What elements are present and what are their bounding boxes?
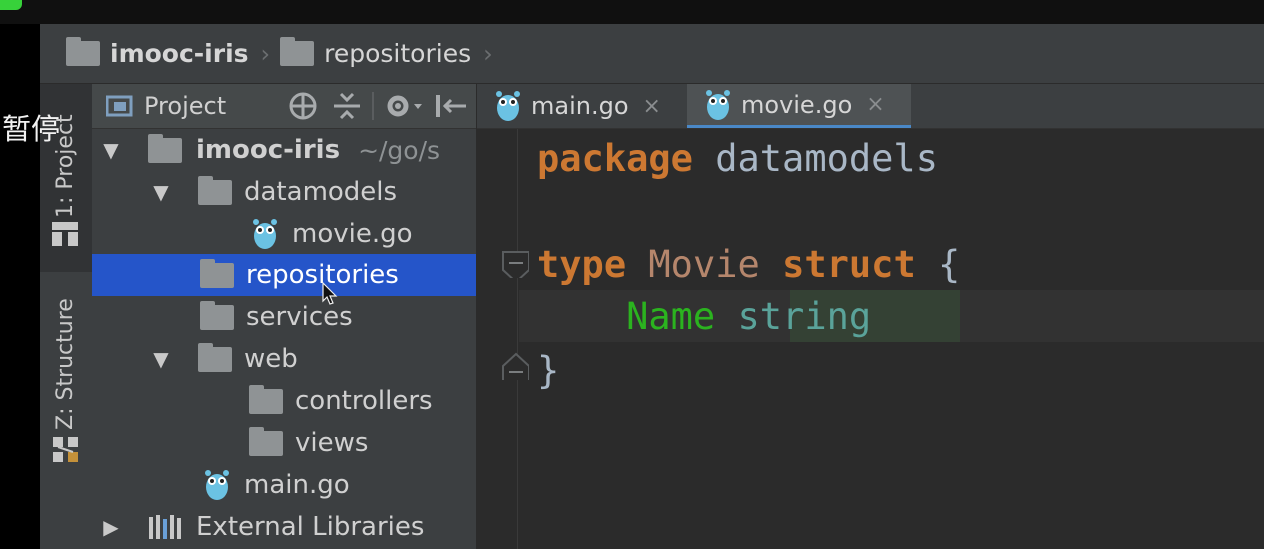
tab-movie-go[interactable]: movie.go × bbox=[687, 84, 911, 128]
tree-item-label: web bbox=[244, 344, 298, 374]
project-tool-icon bbox=[52, 222, 78, 246]
code-field-type: string bbox=[737, 295, 872, 338]
locate-icon[interactable] bbox=[288, 91, 318, 121]
code-field-name: Name bbox=[626, 295, 716, 338]
tool-tab-structure-label: Z: Structure bbox=[53, 298, 78, 430]
code-line-3: type Movie struct { bbox=[537, 242, 960, 288]
tree-item-label: main.go bbox=[244, 470, 350, 500]
tree-item-imooc-iris[interactable]: ▼ imooc-iris ~/go/s bbox=[92, 129, 476, 171]
code-type-name: Movie bbox=[648, 243, 760, 286]
tree-item-label: controllers bbox=[295, 386, 433, 416]
tab-label: movie.go bbox=[741, 90, 853, 119]
folder-icon bbox=[198, 342, 232, 372]
screen: 暂停 imooc-iris › repositories › 1: Projec… bbox=[0, 0, 1264, 549]
expand-arrow-icon[interactable]: ▶ bbox=[98, 515, 124, 539]
hide-panel-icon[interactable] bbox=[434, 91, 468, 121]
project-panel: Project ▼ imooc-iris ~/go/s ▼ datamodels… bbox=[92, 84, 477, 549]
chevron-right-icon: › bbox=[483, 39, 493, 68]
close-icon[interactable]: × bbox=[866, 92, 884, 117]
breadcrumb-item-root[interactable]: imooc-iris bbox=[66, 37, 249, 68]
tree-item-label: views bbox=[295, 428, 369, 458]
editor-gutter bbox=[477, 129, 518, 549]
tree-item-datamodels[interactable]: ▼ datamodels bbox=[92, 171, 476, 213]
code-line-1: package datamodels bbox=[537, 136, 938, 182]
tree-item-label: imooc-iris bbox=[196, 135, 341, 165]
breadcrumb-label: imooc-iris bbox=[110, 39, 249, 68]
tab-main-go[interactable]: main.go × bbox=[477, 84, 687, 128]
project-panel-header: Project bbox=[92, 84, 476, 129]
tab-label: main.go bbox=[531, 92, 629, 120]
breadcrumb-item-repositories[interactable]: repositories bbox=[280, 37, 472, 68]
tree-item-services[interactable]: services bbox=[92, 296, 476, 338]
pause-label: 暂停 bbox=[2, 112, 61, 146]
folder-icon bbox=[200, 300, 234, 330]
tree-item-external-libraries[interactable]: ▶ External Libraries bbox=[92, 506, 476, 548]
fold-marker-icon[interactable] bbox=[501, 352, 529, 380]
expand-arrow-icon[interactable]: ▼ bbox=[148, 347, 174, 371]
project-view-icon bbox=[106, 95, 133, 117]
window-title-strip bbox=[0, 0, 1264, 24]
mouse-cursor-icon bbox=[322, 282, 338, 305]
folder-icon bbox=[200, 258, 234, 288]
tree-item-controllers[interactable]: controllers bbox=[92, 380, 476, 422]
code-line-4: Name string bbox=[537, 294, 871, 340]
chevron-right-icon: › bbox=[260, 39, 271, 68]
editor-tab-bar: main.go × movie.go × bbox=[477, 84, 1264, 129]
go-file-icon bbox=[706, 89, 730, 120]
code-package-name: datamodels bbox=[715, 137, 938, 180]
tree-item-path: ~/go/s bbox=[358, 135, 441, 165]
collapse-all-icon[interactable] bbox=[332, 91, 362, 121]
tree-item-repositories[interactable]: repositories bbox=[92, 254, 476, 296]
tree-item-label: External Libraries bbox=[196, 512, 425, 542]
go-file-icon bbox=[496, 91, 520, 121]
tree-item-label: services bbox=[246, 302, 353, 332]
tree-item-main-go[interactable]: main.go bbox=[92, 464, 476, 506]
folder-icon bbox=[249, 384, 283, 414]
tree-item-label: movie.go bbox=[292, 219, 413, 249]
tree-item-movie-go[interactable]: movie.go bbox=[92, 213, 476, 255]
folder-icon bbox=[66, 37, 100, 66]
project-panel-title[interactable]: Project bbox=[144, 92, 226, 120]
gear-icon[interactable] bbox=[384, 91, 424, 121]
folder-icon bbox=[148, 133, 182, 163]
code-keyword: type bbox=[537, 243, 627, 286]
expand-arrow-icon[interactable]: ▼ bbox=[98, 138, 124, 162]
close-icon[interactable]: × bbox=[643, 94, 661, 119]
tool-window-strip: 1: Project Z: Structure bbox=[40, 84, 93, 549]
navigation-bar: imooc-iris › repositories › bbox=[40, 24, 1264, 84]
toolbar-divider bbox=[372, 92, 374, 120]
code-brace: } bbox=[537, 349, 560, 392]
code-brace: { bbox=[938, 243, 961, 286]
go-file-icon bbox=[205, 470, 229, 500]
expand-arrow-icon[interactable]: ▼ bbox=[148, 180, 174, 204]
code-keyword: package bbox=[537, 137, 693, 180]
library-icon bbox=[149, 515, 181, 539]
tree-item-views[interactable]: views bbox=[92, 422, 476, 464]
tree-item-label: datamodels bbox=[244, 177, 398, 207]
tree-item-web[interactable]: ▼ web bbox=[92, 338, 476, 380]
breadcrumb-label: repositories bbox=[324, 39, 472, 68]
go-file-icon bbox=[253, 219, 277, 249]
project-panel-toolbar bbox=[280, 84, 476, 128]
app-indicator-icon bbox=[0, 0, 22, 10]
structure-tool-icon bbox=[53, 437, 78, 462]
fold-marker-icon[interactable] bbox=[501, 250, 529, 278]
code-editor[interactable]: main.go × movie.go × package datamodels … bbox=[477, 84, 1264, 549]
code-line-5: } bbox=[537, 348, 559, 394]
folder-icon bbox=[198, 175, 232, 205]
folder-icon bbox=[249, 426, 283, 456]
folder-icon bbox=[280, 37, 315, 66]
code-keyword: struct bbox=[782, 243, 916, 286]
